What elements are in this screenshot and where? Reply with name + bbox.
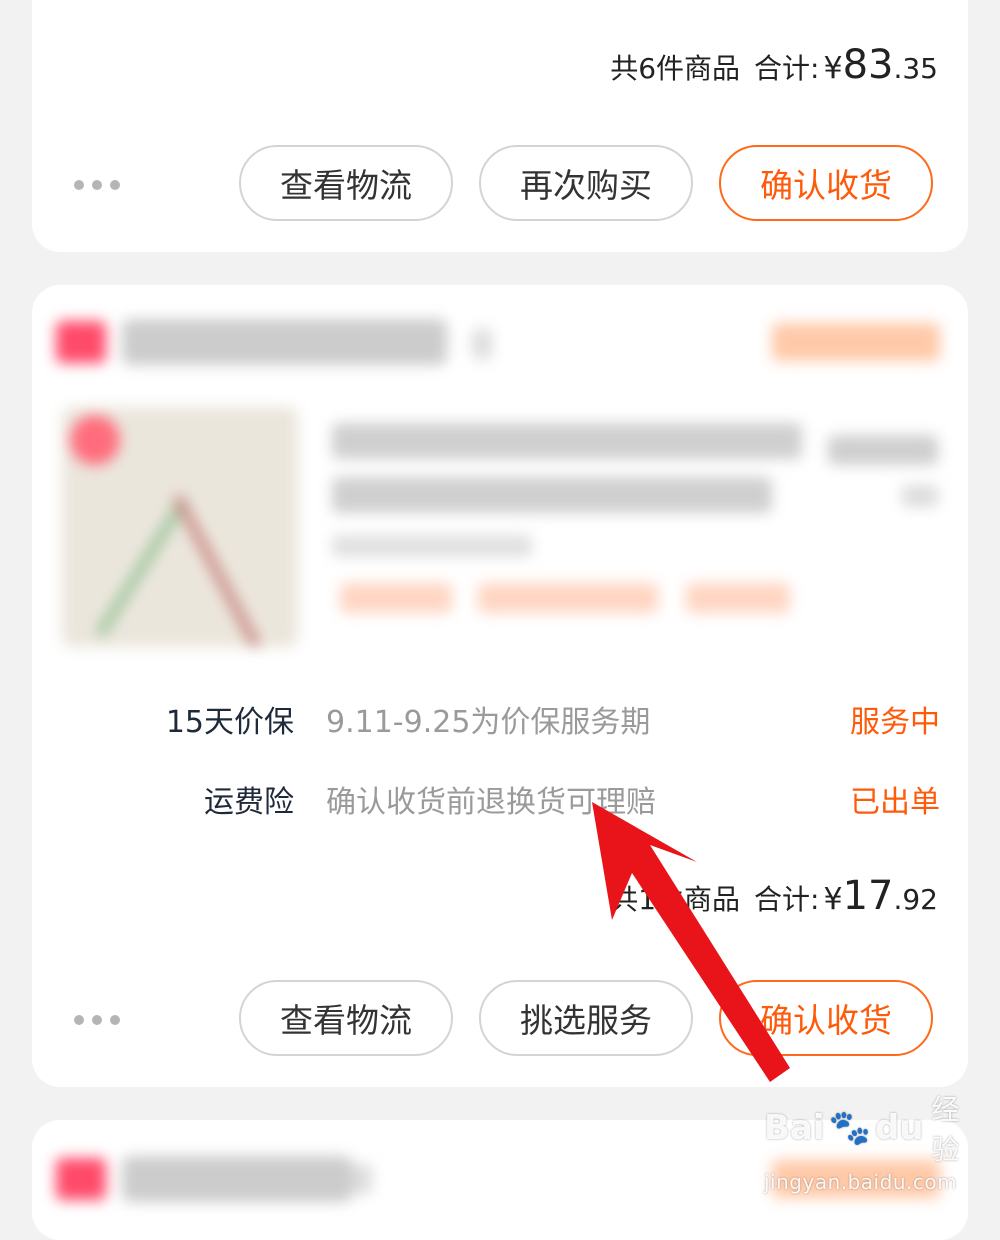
service-name: 15天价保 (165, 705, 294, 740)
more-options-icon[interactable] (74, 1015, 120, 1025)
order-card-2: 15天价保 9.11-9.25为价保服务期 服务中 运费险 确认收货前退换货可理… (32, 285, 968, 1087)
currency-symbol: ¥ (823, 51, 843, 86)
service-name: 运费险 (204, 785, 294, 820)
service-row-shipping-insurance[interactable]: 运费险 确认收货前退换货可理赔 已出单 (32, 777, 968, 820)
watermark-brand-left: Bai (764, 1108, 825, 1148)
service-description: 确认收货前退换货可理赔 (326, 785, 656, 820)
chevron-right-icon (352, 1164, 372, 1194)
chevron-right-icon (472, 329, 492, 359)
total-decimal: .92 (893, 883, 938, 916)
product-title-blurred (332, 423, 802, 459)
order-total: 共6件商品 合计: ¥ 83 .35 (610, 42, 938, 88)
service-status: 已出单 (850, 785, 940, 820)
watermark-brand-right: du (874, 1108, 924, 1148)
product-image[interactable] (62, 407, 298, 647)
product-tag (686, 583, 790, 613)
item-count: 共6件商品 (610, 52, 741, 85)
view-logistics-button[interactable]: 查看物流 (239, 980, 453, 1056)
service-description: 9.11-9.25为价保服务期 (326, 705, 651, 740)
product-tag (340, 583, 452, 613)
service-status: 服务中 (850, 705, 940, 740)
store-logo (56, 1158, 106, 1200)
total-label: 合计: (754, 52, 820, 85)
view-logistics-button[interactable]: 查看物流 (239, 145, 453, 221)
service-row-price-protection[interactable]: 15天价保 9.11-9.25为价保服务期 服务中 (32, 697, 968, 740)
product-qty-blurred (902, 485, 938, 507)
product-price-blurred (828, 435, 938, 465)
total-integer: 83 (842, 42, 894, 88)
product-tag (478, 583, 658, 613)
order-status-blurred (772, 323, 940, 361)
buy-again-button[interactable]: 再次购买 (479, 145, 693, 221)
order-card-1: 共6件商品 合计: ¥ 83 .35 查看物流 再次购买 确认收货 (32, 0, 968, 252)
total-label: 合计: (754, 883, 820, 916)
watermark-url: jingyan.baidu.com (764, 1170, 958, 1194)
product-title-blurred-2 (332, 477, 772, 513)
product-spec-blurred (332, 535, 532, 557)
order-total: 共1件商品 合计: ¥ 17 .92 (610, 873, 938, 919)
item-count: 共1件商品 (610, 883, 741, 916)
store-logo (56, 321, 106, 363)
watermark-product: 经验 (931, 1093, 960, 1166)
more-options-icon[interactable] (74, 180, 120, 190)
total-decimal: .35 (893, 52, 938, 85)
total-integer: 17 (842, 873, 894, 919)
store-name-blurred (122, 319, 447, 365)
paw-icon: 🐾 (828, 1108, 871, 1148)
baidu-jingyan-watermark: Bai 🐾 du 经验 jingyan.baidu.com (764, 1088, 959, 1194)
confirm-receipt-button[interactable]: 确认收货 (719, 145, 933, 221)
blurred-store-and-product (32, 285, 968, 683)
currency-symbol: ¥ (823, 882, 843, 917)
confirm-receipt-button[interactable]: 确认收货 (719, 980, 933, 1056)
store-name-blurred (122, 1156, 352, 1202)
choose-service-button[interactable]: 挑选服务 (479, 980, 693, 1056)
